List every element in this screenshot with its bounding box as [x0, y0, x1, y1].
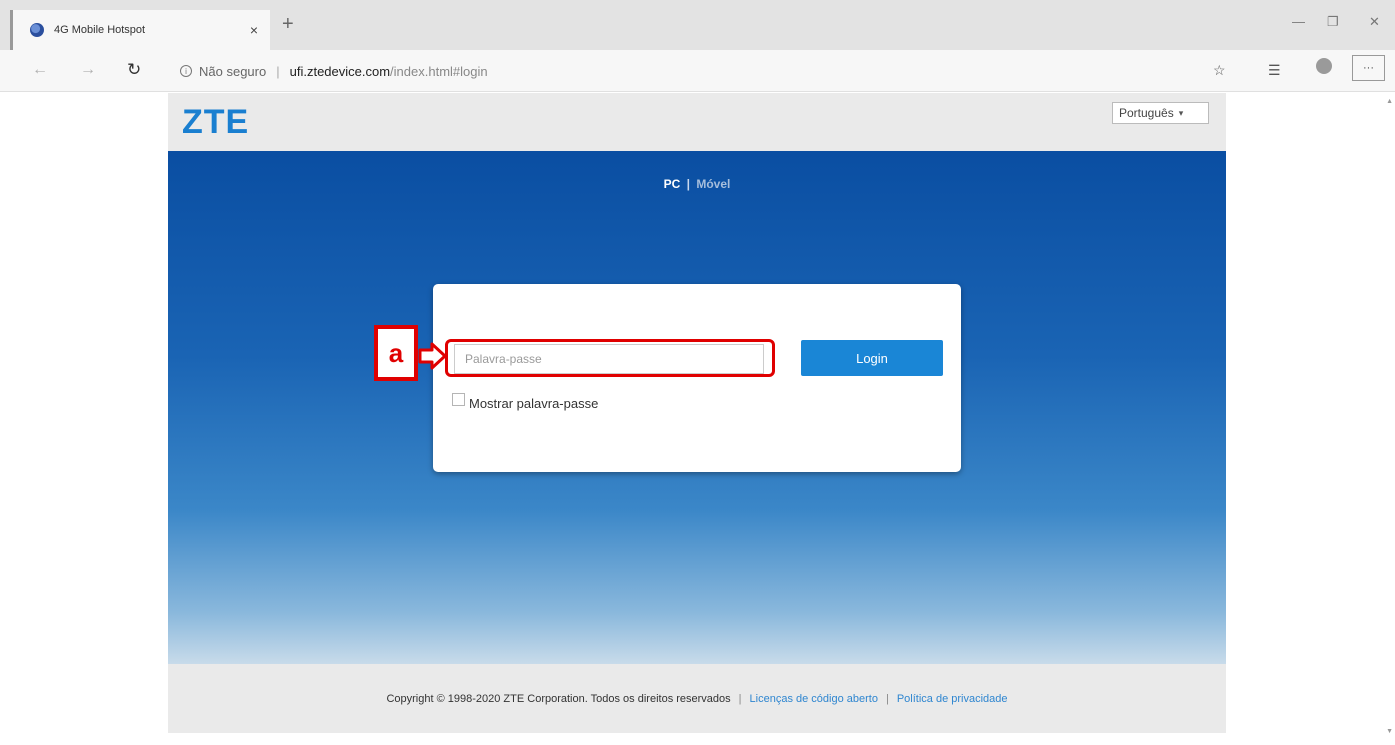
show-password-checkbox[interactable]: [452, 393, 465, 406]
tab-title: 4G Mobile Hotspot: [54, 24, 146, 36]
browser-toolbar: ← → ↻ i Não seguro | ufi.ztedevice.com /…: [0, 50, 1395, 92]
login-card: Login Mostrar palavra-passe: [433, 284, 961, 472]
copyright-text: Copyright © 1998-2020 ZTE Corporation. T…: [386, 692, 731, 705]
language-select[interactable]: Português ▾: [1112, 102, 1209, 124]
profile-icon[interactable]: [1316, 58, 1332, 74]
show-password-option[interactable]: Mostrar palavra-passe: [452, 388, 598, 411]
url-host: ufi.ztedevice.com: [289, 63, 391, 79]
view-mobile-link[interactable]: Móvel: [696, 177, 730, 191]
favorites-list-icon[interactable]: ☰: [1268, 62, 1281, 78]
forward-arrow-icon[interactable]: →: [80, 62, 96, 78]
scroll-up-icon[interactable]: ▲: [1386, 98, 1393, 105]
language-value: Português: [1119, 106, 1174, 120]
not-secure-label: Não seguro: [199, 63, 267, 79]
view-switch: PC | Móvel: [168, 177, 1226, 191]
tab-bar: 4G Mobile Hotspot × + — ❐ ✕: [0, 0, 1395, 50]
show-password-label: Mostrar palavra-passe: [469, 396, 599, 411]
scroll-down-icon[interactable]: ▼: [1386, 728, 1393, 735]
url-path: /index.html#login: [390, 63, 488, 79]
view-pc-link[interactable]: PC: [664, 177, 681, 191]
favorite-star-icon[interactable]: ☆: [1213, 62, 1226, 78]
view-separator: |: [686, 177, 690, 191]
page-header: ZTE Português ▾: [168, 93, 1226, 151]
minimize-icon[interactable]: —: [1292, 14, 1305, 29]
annotation-arrow-icon: [418, 342, 447, 370]
login-hero: PC | Móvel Login Mostrar palavra-passe: [168, 151, 1226, 664]
chevron-down-icon: ▾: [1178, 107, 1184, 118]
footer-separator: |: [738, 692, 742, 705]
tab-close-icon[interactable]: ×: [250, 22, 258, 38]
more-button[interactable]: ···: [1352, 55, 1385, 81]
info-icon[interactable]: i: [180, 65, 192, 77]
favicon-icon: [30, 23, 44, 37]
back-arrow-icon[interactable]: ←: [32, 62, 48, 78]
close-icon[interactable]: ✕: [1369, 14, 1380, 30]
open-source-licenses-link[interactable]: Licenças de código aberto: [750, 693, 878, 705]
privacy-policy-link[interactable]: Política de privacidade: [897, 693, 1008, 705]
annotation-highlight-box: [445, 339, 775, 377]
page-footer: Copyright © 1998-2020 ZTE Corporation. T…: [168, 664, 1226, 733]
login-button[interactable]: Login: [801, 340, 943, 376]
new-tab-button[interactable]: +: [282, 14, 294, 34]
address-separator: |: [276, 63, 280, 79]
maximize-icon[interactable]: ❐: [1327, 14, 1339, 30]
browser-tab[interactable]: 4G Mobile Hotspot ×: [10, 10, 270, 50]
refresh-icon[interactable]: ↻: [127, 61, 141, 78]
footer-separator: |: [885, 692, 889, 705]
annotation-label: a: [374, 325, 418, 381]
zte-logo: ZTE: [182, 103, 250, 141]
address-bar[interactable]: i Não seguro | ufi.ztedevice.com /index.…: [170, 57, 1240, 85]
zte-web-page: ZTE Português ▾ PC | Móvel Login Mostrar…: [168, 93, 1226, 733]
